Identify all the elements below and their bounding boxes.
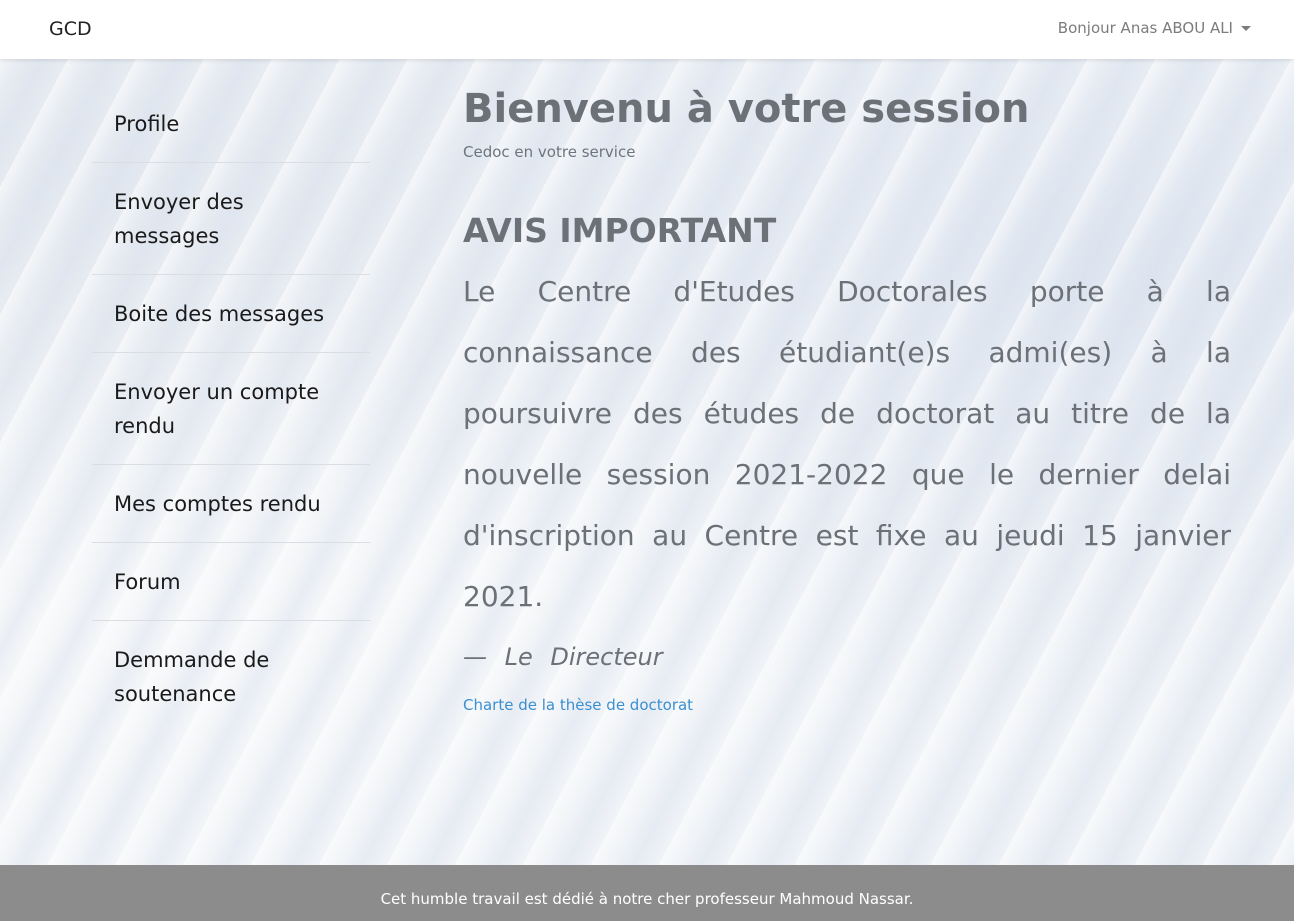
notice-body: Le Centre d'Etudes Doctorales porte à la…	[463, 275, 1231, 613]
page-title: Bienvenu à votre session	[463, 86, 1030, 132]
top-navbar: GCD Bonjour Anas ABOU ALI	[0, 0, 1294, 59]
sidebar-item-send-messages[interactable]: Envoyer des messages	[92, 163, 370, 275]
sidebar-item-label: Forum	[114, 570, 181, 594]
sidebar-item-send-report[interactable]: Envoyer un compte rendu	[92, 353, 370, 465]
sidebar-nav: Profile Envoyer des messages Boite des m…	[92, 85, 370, 733]
sidebar-item-defense-request[interactable]: Demmande de soutenance	[92, 621, 370, 733]
main-content: Bienvenu à votre session Cedoc en votre …	[463, 85, 1231, 714]
page-footer: Cet humble travail est dédié à notre che…	[0, 865, 1294, 921]
caret-down-icon[interactable]	[1241, 25, 1251, 31]
footer-text: Cet humble travail est dédié à notre che…	[380, 890, 914, 908]
sidebar-item-inbox[interactable]: Boite des messages	[92, 275, 370, 353]
sidebar-item-my-reports[interactable]: Mes comptes rendu	[92, 465, 370, 543]
page-subtitle: Cedoc en votre service	[463, 143, 636, 161]
user-greeting[interactable]: Bonjour Anas ABOU ALI	[1058, 19, 1233, 37]
sidebar-item-label: Demmande de soutenance	[114, 648, 270, 706]
sidebar-item-label: Mes comptes rendu	[114, 492, 321, 516]
notice-title: AVIS IMPORTANT	[463, 211, 777, 250]
brand-logo[interactable]: GCD	[49, 18, 92, 40]
sidebar-item-profile[interactable]: Profile	[92, 85, 370, 163]
sidebar-item-label: Boite des messages	[114, 302, 325, 326]
sidebar-item-label: Envoyer un compte rendu	[114, 380, 320, 438]
sidebar-item-label: Profile	[114, 112, 180, 136]
sidebar-item-label: Envoyer des messages	[114, 190, 244, 248]
charter-link[interactable]: Charte de la thèse de doctorat	[463, 696, 693, 714]
sidebar-item-forum[interactable]: Forum	[92, 543, 370, 621]
notice-signature: — Le Directeur	[463, 643, 663, 671]
user-menu-dropdown[interactable]: Bonjour Anas ABOU ALI	[1058, 19, 1251, 37]
